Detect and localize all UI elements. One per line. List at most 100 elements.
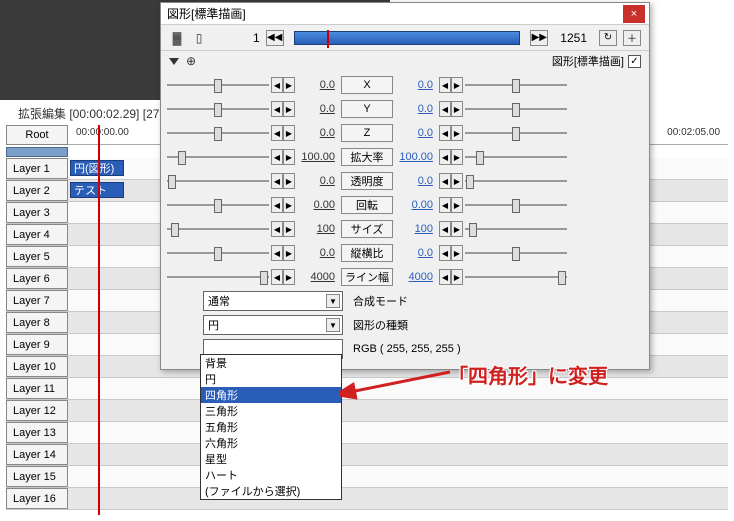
layer-label[interactable]: Layer 16 [6,488,68,509]
param-spinner[interactable]: ◀▶ [271,245,295,261]
param-slider[interactable] [167,221,269,237]
param-name-button[interactable]: 拡大率 [341,148,393,166]
param-slider[interactable] [465,77,567,93]
param-slider[interactable] [167,245,269,261]
dropdown-item[interactable]: ハート [201,467,341,483]
param-spinner[interactable]: ◀▶ [271,221,295,237]
param-spinner[interactable]: ◀▶ [439,197,463,213]
layer-label[interactable]: Layer 3 [6,202,68,223]
collapse-icon[interactable] [169,58,179,65]
layer-track[interactable] [68,444,728,465]
dropdown-item[interactable]: 五角形 [201,419,341,435]
param-spinner[interactable]: ◀▶ [271,173,295,189]
dropdown-item[interactable]: 六角形 [201,435,341,451]
enable-checkbox[interactable]: ✓ [628,55,641,68]
param-slider[interactable] [465,221,567,237]
layer-label[interactable]: Layer 14 [6,444,68,465]
shape-dropdown[interactable]: 背景円四角形三角形五角形六角形星型ハート(ファイルから選択) [200,354,342,500]
layer-label[interactable]: Layer 9 [6,334,68,355]
param-slider[interactable] [465,149,567,165]
param-slider[interactable] [167,77,269,93]
param-value-right[interactable]: 100 [395,223,437,235]
dropdown-item[interactable]: 星型 [201,451,341,467]
param-spinner[interactable]: ◀▶ [271,125,295,141]
param-value-right[interactable]: 0.0 [395,175,437,187]
param-value-left[interactable]: 100 [297,223,339,235]
param-spinner[interactable]: ◀▶ [271,77,295,93]
layer-label[interactable]: Layer 6 [6,268,68,289]
layer-label[interactable]: Layer 4 [6,224,68,245]
layer-label[interactable]: Layer 15 [6,466,68,487]
layer-label[interactable]: Layer 1 [6,158,68,179]
layer-track[interactable] [68,400,728,421]
dropdown-item[interactable]: (ファイルから選択) [201,483,341,499]
param-name-button[interactable]: 回転 [341,196,393,214]
param-spinner[interactable]: ◀▶ [271,197,295,213]
param-name-button[interactable]: Z [341,124,393,142]
param-spinner[interactable]: ◀▶ [271,149,295,165]
toolbar-icon-2[interactable]: ▯ [191,30,207,46]
frame-prev[interactable]: ◀◀ [266,30,284,46]
param-value-right[interactable]: 0.0 [395,127,437,139]
dropdown-item[interactable]: 四角形 [201,387,341,403]
param-spinner[interactable]: ◀▶ [439,269,463,285]
param-value-right[interactable]: 0.0 [395,79,437,91]
param-value-left[interactable]: 0.0 [297,247,339,259]
param-slider[interactable] [167,197,269,213]
layer-label[interactable]: Layer 11 [6,378,68,399]
param-value-left[interactable]: 0.0 [297,79,339,91]
param-spinner[interactable]: ◀▶ [439,101,463,117]
reload-button[interactable]: ↻ [599,30,617,46]
root-button[interactable]: Root [6,125,68,145]
param-value-left[interactable]: 0.0 [297,175,339,187]
param-spinner[interactable]: ◀▶ [271,101,295,117]
param-slider[interactable] [167,125,269,141]
param-value-left[interactable]: 0.0 [297,127,339,139]
mouse-icon[interactable]: ⊕ [183,53,199,69]
param-value-left[interactable]: 0.00 [297,199,339,211]
param-spinner[interactable]: ◀▶ [439,173,463,189]
layer-label[interactable]: Layer 10 [6,356,68,377]
clip-shape[interactable]: 円(図形) [70,160,124,176]
close-button[interactable]: × [623,5,645,23]
param-name-button[interactable]: サイズ [341,220,393,238]
frame-slider[interactable] [294,31,521,45]
param-value-right[interactable]: 100.00 [395,151,437,163]
param-slider[interactable] [465,245,567,261]
param-value-left[interactable]: 0.0 [297,103,339,115]
param-slider[interactable] [167,149,269,165]
clip-text[interactable]: テスト [70,182,124,198]
chevron-down-icon[interactable]: ▼ [326,294,340,308]
param-slider[interactable] [465,197,567,213]
param-name-button[interactable]: 透明度 [341,172,393,190]
layer-track[interactable] [68,488,728,509]
param-spinner[interactable]: ◀▶ [439,221,463,237]
layer-track[interactable] [68,422,728,443]
shape-type-select[interactable]: 円▼ [203,315,343,335]
dropdown-item[interactable]: 円 [201,371,341,387]
param-value-right[interactable]: 4000 [395,271,437,283]
layer-label[interactable]: Layer 8 [6,312,68,333]
dropdown-item[interactable]: 背景 [201,355,341,371]
layer-label[interactable]: Layer 5 [6,246,68,267]
param-value-right[interactable]: 0.00 [395,199,437,211]
param-name-button[interactable]: ライン幅 [341,268,393,286]
layer-track[interactable] [68,466,728,487]
param-slider[interactable] [465,269,567,285]
frame-next[interactable]: ▶▶ [530,30,548,46]
param-name-button[interactable]: 縦横比 [341,244,393,262]
layer-label[interactable]: Layer 13 [6,422,68,443]
blend-mode-select[interactable]: 通常▼ [203,291,343,311]
toolbar-icon-1[interactable]: ▓ [169,30,185,46]
param-value-left[interactable]: 100.00 [297,151,339,163]
layer-label[interactable]: Layer 2 [6,180,68,201]
chevron-down-icon[interactable]: ▼ [326,318,340,332]
param-slider[interactable] [465,101,567,117]
dropdown-item[interactable]: 三角形 [201,403,341,419]
param-slider[interactable] [167,173,269,189]
layer-label[interactable]: Layer 7 [6,290,68,311]
param-spinner[interactable]: ◀▶ [439,245,463,261]
param-slider[interactable] [167,101,269,117]
param-name-button[interactable]: X [341,76,393,94]
param-spinner[interactable]: ◀▶ [439,125,463,141]
